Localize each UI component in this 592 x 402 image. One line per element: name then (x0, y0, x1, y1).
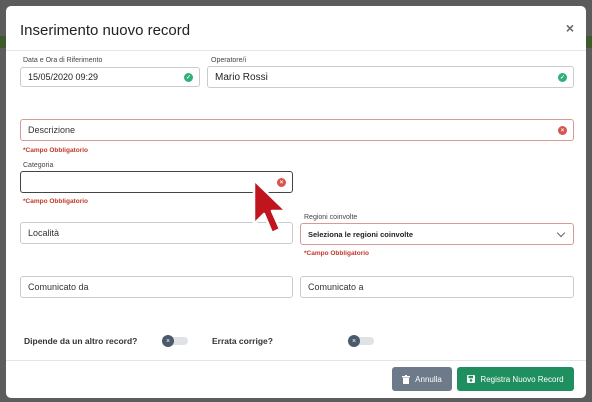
save-label: Registra Nuovo Record (480, 374, 564, 384)
regions-label: Regioni coinvolte (304, 214, 358, 221)
operator-field[interactable]: Mario Rossi ✓ (207, 66, 574, 88)
chevron-down-icon (556, 228, 566, 238)
operator-value: Mario Rossi (215, 71, 268, 83)
description-field[interactable]: Descrizione × (20, 119, 574, 141)
regions-select[interactable]: Seleziona le regioni coinvolte (300, 223, 574, 245)
location-placeholder: Località (28, 228, 60, 238)
reported-by-placeholder: Comunicato da (28, 282, 89, 292)
x-circle-icon: × (558, 126, 567, 135)
errata-toggle[interactable]: × (348, 335, 374, 347)
regions-value: Seleziona le regioni coinvolte (308, 229, 414, 239)
description-error: *Campo Obbligatorio (23, 147, 88, 154)
save-record-button[interactable]: Registra Nuovo Record (457, 367, 574, 391)
x-icon: × (348, 335, 360, 347)
header-divider (6, 50, 586, 51)
errata-label: Errata corrige? (212, 336, 273, 346)
reported-to-placeholder: Comunicato a (308, 282, 364, 292)
regions-error: *Campo Obbligatorio (304, 250, 369, 257)
trash-icon (402, 374, 411, 384)
new-record-modal: Inserimento nuovo record × Data e Ora di… (6, 6, 586, 398)
cancel-label: Annulla (415, 374, 442, 384)
save-icon (467, 375, 476, 383)
close-icon[interactable]: × (566, 20, 574, 36)
category-label: Categoria (23, 162, 54, 169)
reported-by-field[interactable]: Comunicato da (20, 276, 293, 298)
operator-label: Operatore/i (211, 57, 247, 64)
modal-title: Inserimento nuovo record (20, 22, 191, 39)
check-circle-icon: ✓ (558, 73, 567, 82)
category-error: *Campo Obbligatorio (23, 198, 88, 205)
x-icon: × (162, 335, 174, 347)
cancel-button[interactable]: Annulla (392, 367, 452, 391)
date-value: 15/05/2020 09:29 (28, 72, 99, 82)
depends-label: Dipende da un altro record? (24, 336, 138, 346)
footer-divider (6, 360, 586, 361)
description-placeholder: Descrizione (28, 125, 76, 135)
check-circle-icon: ✓ (184, 73, 193, 82)
date-label: Data e Ora di Riferimento (23, 57, 103, 64)
reported-to-field[interactable]: Comunicato a (300, 276, 574, 298)
date-time-field[interactable]: 15/05/2020 09:29 ✓ (20, 67, 200, 87)
depends-toggle[interactable]: × (162, 335, 188, 347)
arrow-cursor-icon (252, 178, 288, 235)
